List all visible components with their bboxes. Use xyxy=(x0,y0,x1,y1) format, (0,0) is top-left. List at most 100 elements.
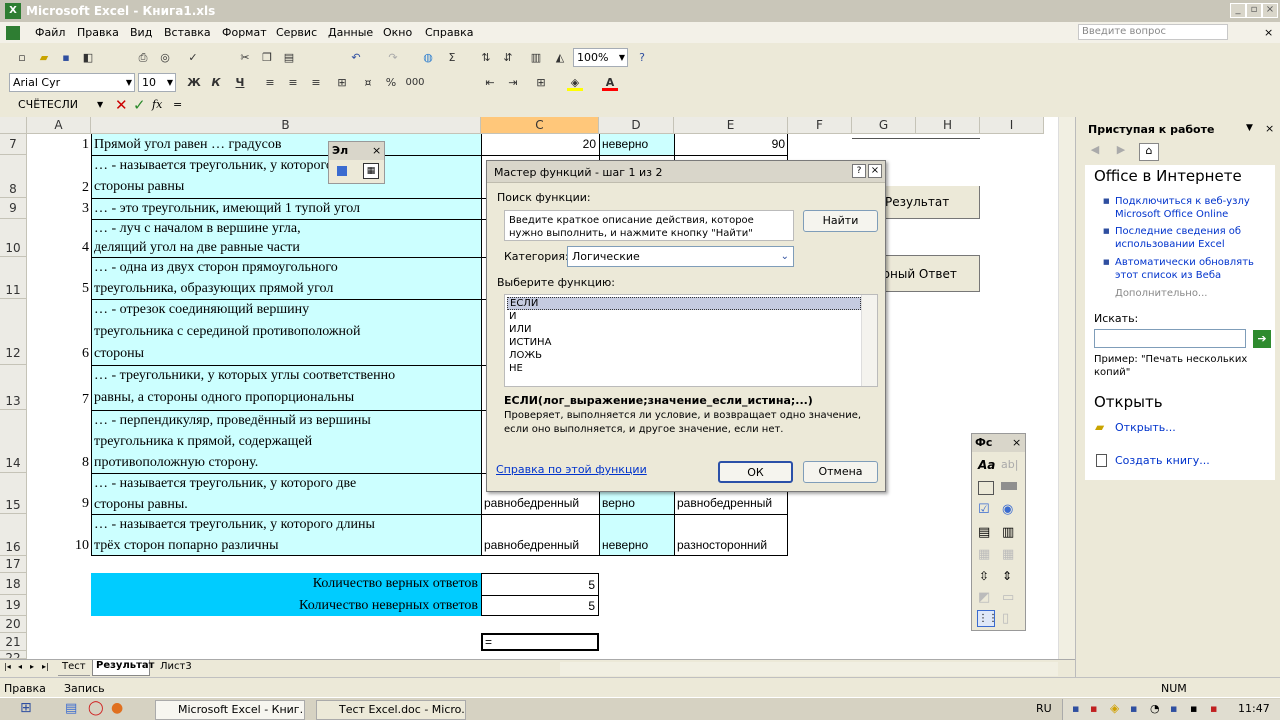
spinner-icon[interactable]: ⇕ xyxy=(1002,569,1012,583)
row-header[interactable]: 20 xyxy=(0,616,27,633)
cancel-icon[interactable]: ✕ xyxy=(115,96,128,114)
chevron-down-icon[interactable]: ▼ xyxy=(1246,123,1253,133)
row-header[interactable]: 12 xyxy=(0,299,27,365)
cell-b14[interactable]: … - перпендикуляр, проведённый из вершин… xyxy=(91,410,481,473)
row-header[interactable]: 14 xyxy=(0,410,27,473)
vertical-scrollbar[interactable] xyxy=(1058,117,1075,659)
menu-tools[interactable]: Сервис xyxy=(276,26,317,39)
home-icon[interactable]: ⌂ xyxy=(1139,143,1159,161)
font-select[interactable]: Arial Cyr ▼ xyxy=(9,73,135,92)
create-workbook-link[interactable]: Создать книгу... xyxy=(1115,454,1210,467)
sort-desc-icon[interactable]: ⇵ xyxy=(500,50,516,66)
tray-icon[interactable]: ▪ xyxy=(1072,702,1079,715)
cell-a15[interactable]: 9 xyxy=(27,473,91,514)
language-indicator[interactable]: RU xyxy=(1036,702,1052,715)
row-header[interactable]: 16 xyxy=(0,514,27,556)
row-header[interactable]: 7 xyxy=(0,134,27,155)
tray-icon[interactable]: ▪ xyxy=(1170,702,1177,715)
group-box-icon[interactable] xyxy=(978,481,994,495)
auto-update-link[interactable]: Автоматически обновлять этот список из В… xyxy=(1115,256,1265,282)
tray-icon[interactable]: ▪ xyxy=(1090,702,1097,715)
formula-input[interactable]: = xyxy=(173,98,1073,111)
cell-a13[interactable]: 7 xyxy=(27,365,91,410)
tab-test[interactable]: Тест xyxy=(58,661,90,676)
shield-icon[interactable]: ◈ xyxy=(1110,701,1119,715)
function-list[interactable]: ЕСЛИ И ИЛИ ИСТИНА ЛОЖЬ НЕ xyxy=(504,294,878,387)
row-header[interactable]: 22 xyxy=(0,651,27,659)
correct-count-value[interactable]: 5 xyxy=(481,573,599,595)
select-all-corner[interactable] xyxy=(0,117,27,134)
category-select[interactable]: Логические ⌄ xyxy=(567,246,794,267)
active-cell-c21[interactable]: = xyxy=(481,633,599,651)
tab-scroll-first-icon[interactable]: |◂ xyxy=(4,662,11,671)
row-header[interactable]: 9 xyxy=(0,198,27,219)
row-header[interactable]: 18 xyxy=(0,573,27,595)
help-link[interactable]: Справка по этой функции xyxy=(496,463,647,476)
cell-b13[interactable]: … - треугольники, у которых углы соответ… xyxy=(91,365,481,410)
row-header[interactable]: 15 xyxy=(0,473,27,514)
zoom-select[interactable]: 100% ▼ xyxy=(573,48,628,67)
new-icon[interactable]: ▫ xyxy=(14,50,30,66)
design-mode-icon[interactable] xyxy=(337,166,347,176)
size-select[interactable]: 10 ▼ xyxy=(138,73,176,92)
close-icon[interactable]: × xyxy=(1265,122,1274,135)
task-excel[interactable]: Microsoft Excel - Книг... xyxy=(155,700,305,720)
wrong-count-value[interactable]: 5 xyxy=(481,595,599,616)
name-box-chevron-icon[interactable]: ▼ xyxy=(97,100,103,109)
control-properties-icon[interactable]: ◩ xyxy=(978,590,990,605)
sort-asc-icon[interactable]: ⇅ xyxy=(478,50,494,66)
column-header-a[interactable]: A xyxy=(27,117,91,134)
cell-a12[interactable]: 6 xyxy=(27,299,91,365)
latest-news-link[interactable]: Последние сведения об использовании Exce… xyxy=(1115,225,1265,251)
button-icon[interactable] xyxy=(1001,482,1017,490)
cell-a10[interactable]: 4 xyxy=(27,219,91,257)
row-header[interactable]: 19 xyxy=(0,595,27,616)
cell-b9[interactable]: … - это треугольник, имеющий 1 тупой уго… xyxy=(91,198,481,219)
column-header-f[interactable]: F xyxy=(788,117,852,134)
row-header[interactable]: 21 xyxy=(0,633,27,651)
chart-icon[interactable]: ▥ xyxy=(528,50,544,66)
cut-icon[interactable]: ✂ xyxy=(237,50,253,66)
tab-sheet3[interactable]: Лист3 xyxy=(156,661,196,676)
combo-drop-icon[interactable]: ▦ xyxy=(1002,547,1014,562)
cell-a9[interactable]: 3 xyxy=(27,198,91,219)
function-item[interactable]: И xyxy=(509,311,516,322)
open-file-link[interactable]: Открыть... xyxy=(1115,421,1176,434)
menu-help[interactable]: Справка xyxy=(425,26,473,39)
enter-icon[interactable]: ✓ xyxy=(133,96,146,114)
cell-c16[interactable]: равнобедренный xyxy=(481,514,599,556)
column-header-i[interactable]: I xyxy=(980,117,1044,134)
minimize-button[interactable]: _ xyxy=(1230,3,1246,18)
help-icon[interactable]: ? xyxy=(634,50,650,66)
italic-button[interactable]: К xyxy=(208,75,224,91)
row-header[interactable]: 8 xyxy=(0,155,27,198)
go-arrow-icon[interactable]: ➔ xyxy=(1253,330,1271,348)
menu-edit[interactable]: Правка xyxy=(77,26,119,39)
cell-b7[interactable]: Прямой угол равен … градусов xyxy=(91,134,481,155)
combo-box-icon[interactable]: ▥ xyxy=(1002,525,1014,540)
forward-icon[interactable]: ▶ xyxy=(1111,143,1131,161)
menu-data[interactable]: Данные xyxy=(328,26,373,39)
label-icon[interactable]: Aa xyxy=(978,458,995,472)
back-icon[interactable]: ◀ xyxy=(1085,143,1105,161)
save-icon[interactable]: ▪ xyxy=(58,50,74,66)
close-button[interactable]: × xyxy=(1262,3,1278,18)
borders-icon[interactable]: ⊞ xyxy=(533,75,549,91)
menu-view[interactable]: Вид xyxy=(130,26,152,39)
insert-function-icon[interactable]: fx xyxy=(152,98,162,111)
help-icon[interactable]: ? xyxy=(852,164,866,178)
function-item[interactable]: ЛОЖЬ xyxy=(509,350,542,361)
menu-format[interactable]: Формат xyxy=(222,26,267,39)
fill-color-icon[interactable]: ◈ xyxy=(567,75,583,91)
row-header[interactable]: 13 xyxy=(0,365,27,410)
menu-file[interactable]: Файл xyxy=(35,26,65,39)
autosum-icon[interactable]: Σ xyxy=(444,50,460,66)
doc-close-icon[interactable]: × xyxy=(1264,26,1273,39)
column-header-h[interactable]: H xyxy=(916,117,980,134)
cell-b11[interactable]: … - одна из двух сторон прямоугольного тр… xyxy=(91,257,481,299)
find-button[interactable]: Найти xyxy=(803,210,878,232)
copy-icon[interactable]: ❐ xyxy=(259,50,275,66)
cell-b10[interactable]: … - луч с началом в вершине угла, делящий… xyxy=(91,219,481,257)
task-word[interactable]: Тест Excel.doc - Micro... xyxy=(316,700,466,720)
properties-icon[interactable]: ▦ xyxy=(363,163,379,179)
